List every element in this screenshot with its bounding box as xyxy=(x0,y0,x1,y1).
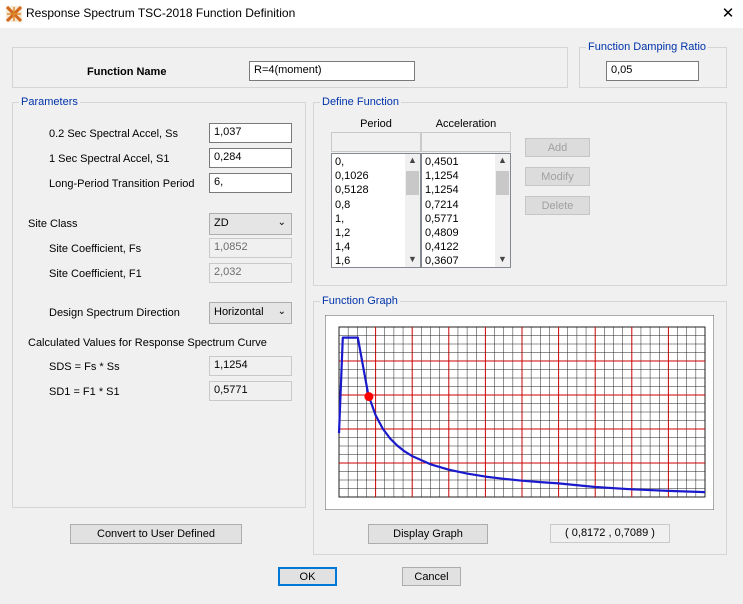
period-list-item[interactable]: 1,6 xyxy=(332,254,404,267)
period-list-item[interactable]: 1,4 xyxy=(332,240,404,254)
window-title: Response Spectrum TSC-2018 Function Defi… xyxy=(26,6,296,20)
scroll-down-icon[interactable]: ▼ xyxy=(405,254,420,264)
acceleration-list-item[interactable]: 0,3607 xyxy=(422,254,494,267)
ss-label: 0.2 Sec Spectral Accel, Ss xyxy=(49,128,179,140)
ss-input[interactable]: 1,037 xyxy=(209,123,292,143)
damping-legend: Function Damping Ratio xyxy=(586,41,709,53)
chevron-down-icon: ⌄ xyxy=(277,306,286,317)
period-entry-input[interactable] xyxy=(331,132,421,152)
s1-label: 1 Sec Spectral Accel, S1 xyxy=(49,153,170,165)
acceleration-scrollbar[interactable]: ▲ ▼ xyxy=(495,154,510,267)
delete-button[interactable]: Delete xyxy=(525,196,590,215)
period-list-item[interactable]: 0,8 xyxy=(332,198,404,212)
period-scrollbar[interactable]: ▲ ▼ xyxy=(405,154,420,267)
s1-input[interactable]: 0,284 xyxy=(209,148,292,168)
f1-label: Site Coefficient, F1 xyxy=(49,268,142,280)
ok-button[interactable]: OK xyxy=(278,567,337,586)
cursor-coordinates: ( 0,8172 , 0,7089 ) xyxy=(550,524,670,543)
scroll-up-icon[interactable]: ▲ xyxy=(405,155,420,165)
sd1-label: SD1 = F1 * S1 xyxy=(49,386,120,398)
direction-value: Horizontal xyxy=(214,306,264,318)
function-graph-legend: Function Graph xyxy=(320,295,400,307)
sd1-readonly: 0,5771 xyxy=(209,381,292,401)
site-class-value: ZD xyxy=(214,217,229,229)
sds-label: SDS = Fs * Ss xyxy=(49,361,120,373)
convert-button[interactable]: Convert to User Defined xyxy=(70,524,242,544)
define-function-legend: Define Function xyxy=(320,96,402,108)
chevron-down-icon: ⌄ xyxy=(277,217,286,228)
tl-label: Long-Period Transition Period xyxy=(49,178,195,190)
display-graph-button[interactable]: Display Graph xyxy=(368,524,488,544)
period-list-item[interactable]: 0, xyxy=(332,155,404,169)
acceleration-list-item[interactable]: 0,5771 xyxy=(422,212,494,226)
scroll-thumb[interactable] xyxy=(406,171,419,195)
app-icon xyxy=(6,6,22,22)
period-list[interactable]: 0, 0,1026 0,5128 0,8 1, 1,2 1,4 1,6 ▲ ▼ xyxy=(331,153,421,268)
acceleration-header: Acceleration xyxy=(435,118,497,130)
sds-readonly: 1,1254 xyxy=(209,356,292,376)
fs-readonly: 1,0852 xyxy=(209,238,292,258)
period-list-item[interactable]: 0,1026 xyxy=(332,169,404,183)
site-class-label: Site Class xyxy=(28,218,78,230)
calc-label: Calculated Values for Response Spectrum … xyxy=(28,337,267,349)
period-list-item[interactable]: 0,5128 xyxy=(332,183,404,197)
acceleration-list[interactable]: 0,4501 1,1254 1,1254 0,7214 0,5771 0,4809 0,41… xyxy=(421,153,511,268)
scroll-up-icon[interactable]: ▲ xyxy=(495,155,510,165)
site-class-select[interactable]: ZD ⌄ xyxy=(209,213,292,235)
damping-input[interactable]: 0,05 xyxy=(606,61,699,81)
scroll-down-icon[interactable]: ▼ xyxy=(495,254,510,264)
function-name-input[interactable]: R=4(moment) xyxy=(249,61,415,81)
acceleration-list-item[interactable]: 0,4501 xyxy=(422,155,494,169)
tl-input[interactable]: 6, xyxy=(209,173,292,193)
acceleration-list-item[interactable]: 0,4122 xyxy=(422,240,494,254)
modify-button[interactable]: Modify xyxy=(525,167,590,186)
parameters-legend: Parameters xyxy=(19,96,80,108)
function-graph xyxy=(325,315,714,510)
function-name-label: Function Name xyxy=(87,66,167,78)
cursor-marker xyxy=(364,392,374,402)
f1-readonly: 2,032 xyxy=(209,263,292,283)
scroll-thumb[interactable] xyxy=(496,171,509,195)
period-list-item[interactable]: 1, xyxy=(332,212,404,226)
direction-select[interactable]: Horizontal ⌄ xyxy=(209,302,292,324)
period-header: Period xyxy=(360,118,392,130)
acceleration-list-item[interactable]: 1,1254 xyxy=(422,169,494,183)
acceleration-list-item[interactable]: 0,4809 xyxy=(422,226,494,240)
period-list-item[interactable]: 1,2 xyxy=(332,226,404,240)
fs-label: Site Coefficient, Fs xyxy=(49,243,142,255)
direction-label: Design Spectrum Direction xyxy=(49,307,180,319)
cancel-button[interactable]: Cancel xyxy=(402,567,461,586)
acceleration-list-item[interactable]: 1,1254 xyxy=(422,183,494,197)
acceleration-entry-input[interactable] xyxy=(421,132,511,152)
acceleration-list-item[interactable]: 0,7214 xyxy=(422,198,494,212)
close-icon[interactable]: ✕ xyxy=(716,3,740,25)
add-button[interactable]: Add xyxy=(525,138,590,157)
